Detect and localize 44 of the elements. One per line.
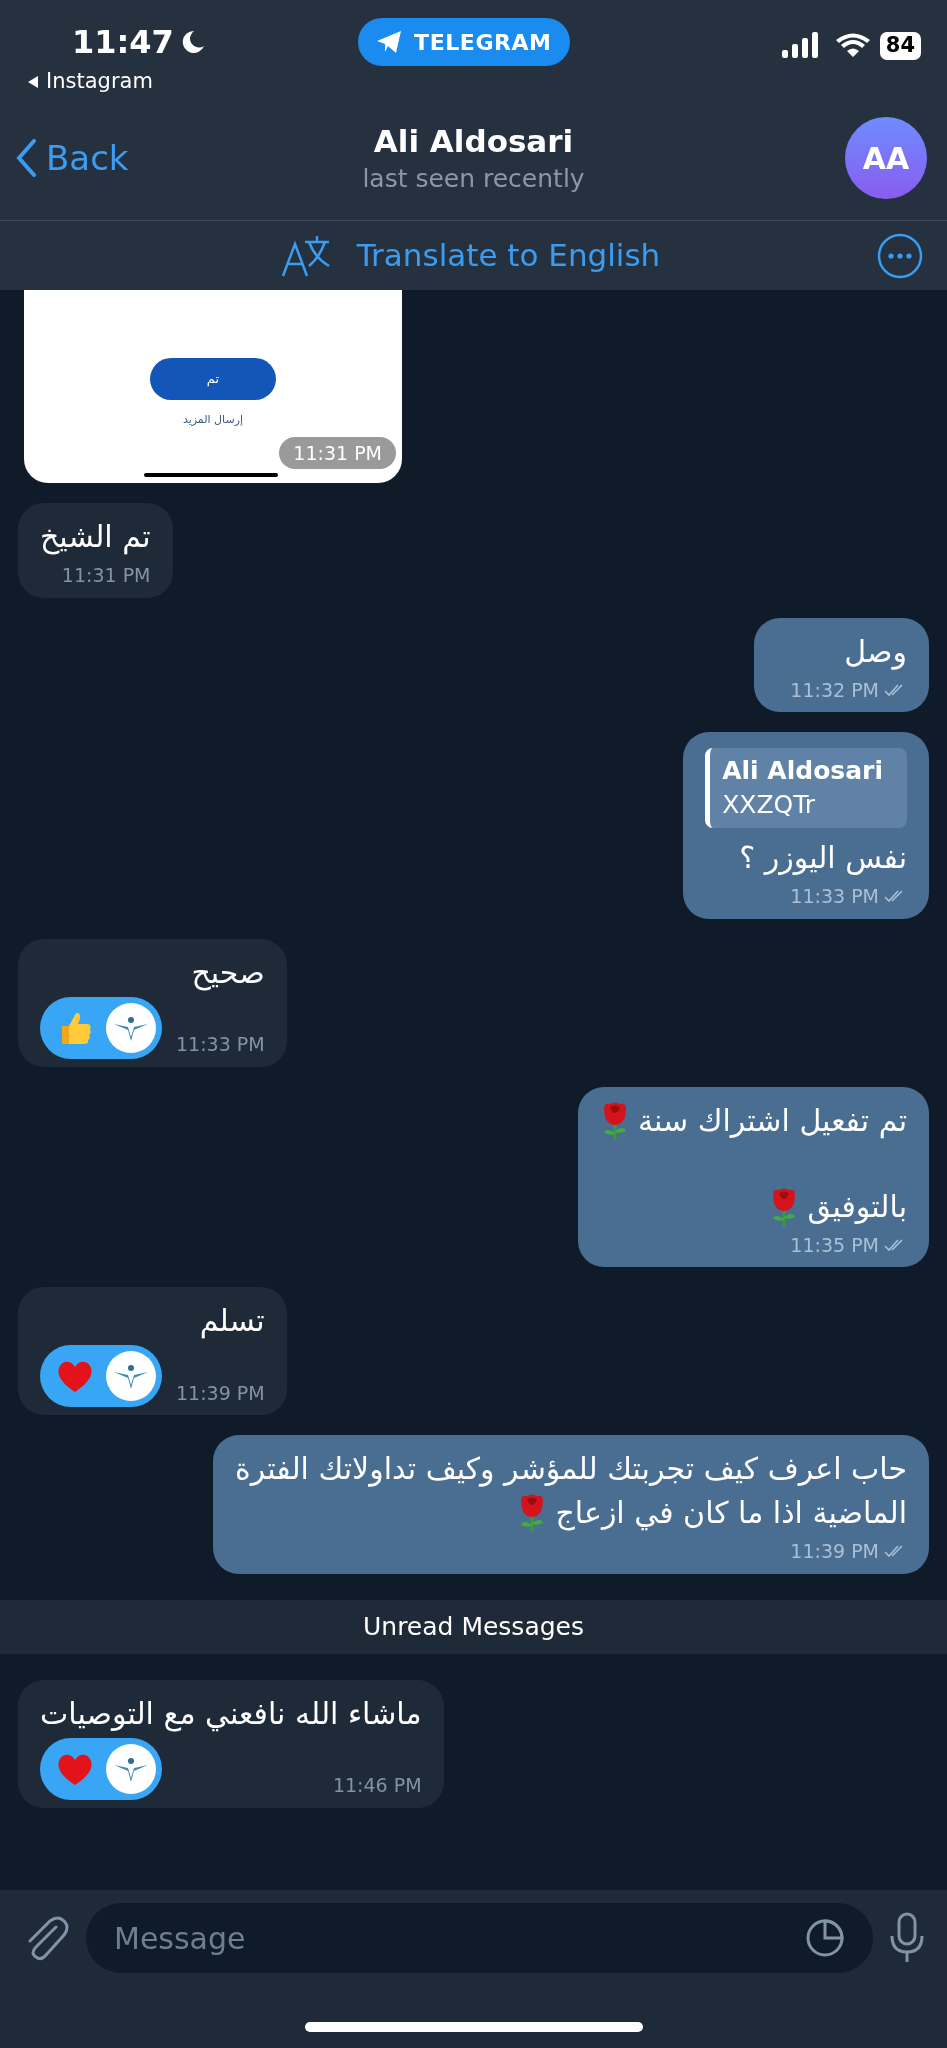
message-text: وصل: [844, 632, 907, 672]
message-time: 11:32 PM: [790, 677, 879, 703]
message-time: 11:33 PM: [176, 1032, 265, 1057]
message-text: ماشاء الله نافعني مع التوصيات: [40, 1694, 422, 1734]
quote-text: XXZQTr: [722, 789, 817, 821]
message-text: صحيح: [191, 953, 265, 993]
sticker-icon[interactable]: [805, 1918, 845, 1958]
message-time: 11:46 PM: [332, 1773, 422, 1798]
message-text: حاب اعرف كيف تجربتك للمؤشر وكيف تداولاتك الفترة: [234, 1450, 907, 1489]
microphone-icon[interactable]: [889, 1912, 925, 1964]
more-link: إرسال المزيد: [182, 412, 244, 428]
back-triangle-icon: [26, 74, 40, 89]
message-text: نفس اليوزر ؟: [739, 839, 907, 877]
wifi-icon: [835, 33, 870, 59]
message-time: 11:35 PM: [790, 1232, 879, 1258]
message-text: تسلم: [199, 1302, 265, 1341]
message-time: 11:39 PM: [790, 1539, 879, 1564]
battery-indicator: 84: [879, 32, 921, 60]
message-input[interactable]: Message: [86, 1903, 873, 1973]
chat-title: Ali Aldosari: [373, 122, 574, 161]
confirm-button: تم: [150, 358, 276, 400]
avatar[interactable]: AA: [845, 117, 927, 199]
message-time: 11:39 PM: [176, 1380, 265, 1406]
message-text: تم الشيخ: [40, 518, 151, 557]
eagle-logo-icon: [106, 1351, 156, 1401]
back-to-app-link[interactable]: Instagram: [46, 66, 153, 98]
message-field[interactable]: Message: [114, 1915, 514, 1961]
clock: 11:47: [72, 22, 174, 63]
eagle-logo-icon: [106, 1002, 156, 1053]
message-time: 11:31 PM: [61, 563, 151, 588]
paper-plane-icon: [376, 30, 403, 54]
chat-subtitle: last seen recently: [362, 163, 585, 195]
app-pill: TELEGRAM: [358, 18, 570, 66]
translate-button[interactable]: Translate to English: [280, 232, 661, 279]
quote-author: Ali Aldosari: [722, 755, 883, 787]
more-options-icon[interactable]: [877, 232, 923, 279]
eagle-logo-icon: [106, 1743, 156, 1794]
message-text: الماضية اذا ما كان في ازعاج: [555, 1494, 907, 1533]
back-button[interactable]: Back: [16, 132, 186, 184]
message-text: بالتوفيق: [807, 1187, 907, 1226]
message-text: تم تفعيل اشتراك سنة: [637, 1101, 907, 1141]
message-time: 11:31 PM: [279, 436, 396, 469]
message-time: 11:33 PM: [790, 884, 879, 909]
chevron-left-icon: [16, 139, 36, 177]
